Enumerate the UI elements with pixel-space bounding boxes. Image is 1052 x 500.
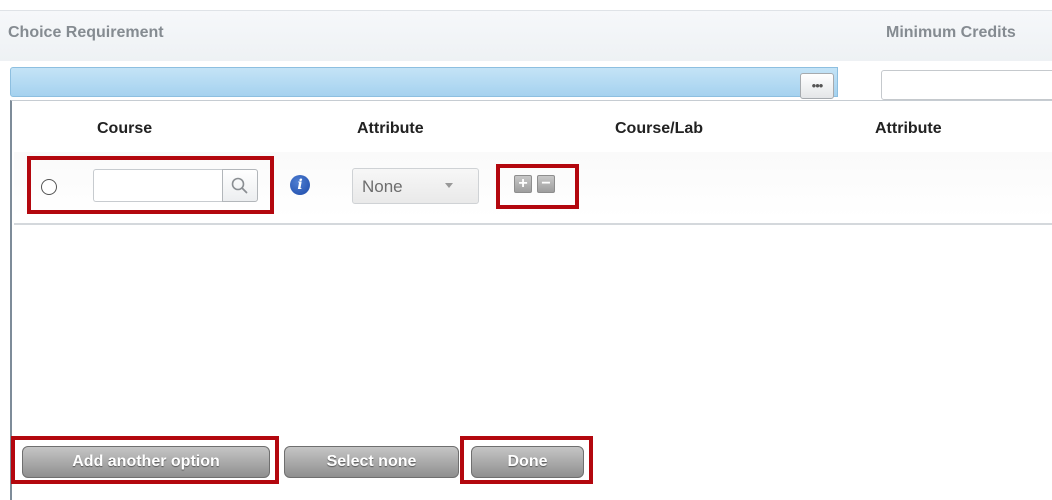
plus-icon: + [518, 175, 528, 192]
attribute-select-value: None [362, 177, 403, 196]
option-radio[interactable] [41, 179, 57, 195]
column-header-course-lab: Course/Lab [615, 120, 704, 137]
more-options-button[interactable]: ••• [800, 73, 834, 99]
add-row-button[interactable]: + [514, 175, 532, 193]
column-header-attribute: Attribute [357, 120, 424, 137]
select-none-button[interactable]: Select none [284, 446, 459, 478]
remove-row-button[interactable]: − [537, 175, 555, 193]
course-input[interactable] [93, 169, 223, 202]
info-icon[interactable]: i [290, 175, 310, 195]
search-icon [231, 177, 248, 194]
column-header-course: Course [97, 120, 153, 137]
column-header-attribute-2: Attribute [875, 120, 942, 137]
chevron-down-icon [445, 183, 453, 188]
course-search-button[interactable] [222, 169, 258, 202]
done-button[interactable]: Done [471, 446, 584, 478]
minus-icon: − [541, 175, 551, 192]
minimum-credits-label: Minimum Credits [886, 24, 1016, 41]
choice-requirement-label: Choice Requirement [8, 24, 164, 41]
choice-requirement-field[interactable] [10, 67, 838, 97]
minimum-credits-input[interactable] [881, 70, 1052, 100]
add-another-option-button[interactable]: Add another option [22, 446, 270, 478]
row-divider [14, 223, 1052, 225]
attribute-select[interactable]: None [352, 168, 479, 204]
